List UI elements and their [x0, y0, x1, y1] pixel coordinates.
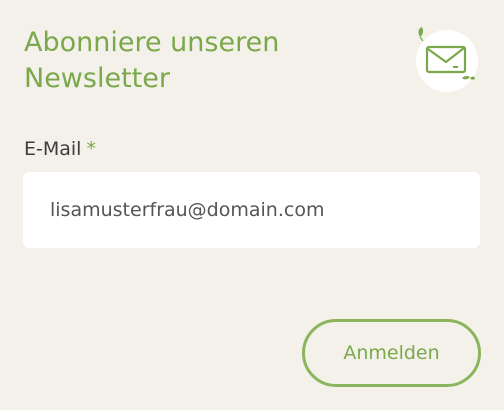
envelope-icon: [418, 27, 475, 80]
newsletter-icon-badge: [416, 27, 478, 92]
email-field[interactable]: [23, 172, 480, 248]
email-label: E-Mail *: [24, 136, 96, 162]
subscribe-button[interactable]: Anmelden: [302, 319, 481, 387]
required-marker: *: [86, 138, 96, 160]
email-label-text: E-Mail: [24, 138, 82, 160]
newsletter-title: Abonniere unseren Newsletter: [24, 27, 280, 94]
